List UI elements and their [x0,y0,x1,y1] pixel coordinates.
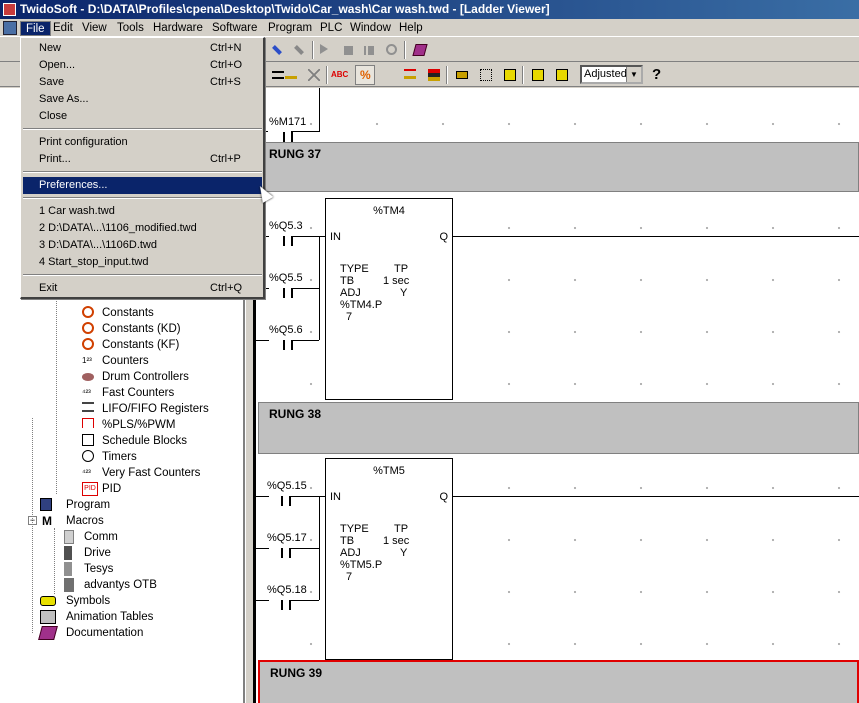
book-icon[interactable] [410,40,430,60]
menu-item-print[interactable]: Print... Ctrl+P [23,151,262,168]
help-icon[interactable]: ? [652,66,661,83]
book-icon [38,626,58,640]
menu-window[interactable]: Window [345,21,396,36]
run-icon[interactable] [316,40,336,60]
chevron-down-icon[interactable]: ▼ [626,67,641,82]
macros-icon: M [42,514,52,528]
rung-39-header[interactable]: RUNG 39 [258,660,859,703]
pid-icon: PID [82,482,98,496]
very-fast-counter-icon: ⁴²³ [82,468,91,477]
connect-icon[interactable] [268,40,288,60]
step-icon[interactable] [552,65,572,85]
collapse-icon[interactable]: − [28,516,37,525]
symbols-icon [40,596,56,606]
document-icon[interactable] [3,21,17,35]
grid-toggle-icon[interactable] [452,65,472,85]
menu-item-close[interactable]: Close [23,108,262,125]
ld-icon[interactable] [528,65,548,85]
clock-icon [82,450,94,462]
menu-help[interactable]: Help [394,21,428,36]
zoom-select[interactable]: Adjusted ▼ [580,65,643,84]
rung-37-header[interactable]: RUNG 37 [258,142,859,192]
menu-item-recent-2[interactable]: 2 D:\DATA\...\1106_modified.twd [23,220,262,237]
stack-icon [82,402,94,412]
program-icon [40,498,52,511]
tesys-icon [64,562,72,576]
menu-bar: File Edit View Tools Hardware Software P… [0,19,859,37]
menu-item-recent-3[interactable]: 3 D:\DATA\...\1106D.twd [23,237,262,254]
menu-view[interactable]: View [77,21,112,36]
calendar-icon [82,434,94,446]
cycle-icon[interactable] [382,40,402,60]
menu-file[interactable]: File [20,21,51,36]
abc-icon[interactable]: ABC [330,65,350,85]
drum-icon [82,373,94,381]
init-icon[interactable] [360,40,380,60]
app-icon [3,3,16,16]
fast-counter-icon: ⁴²³ [82,388,91,397]
rung-38-header[interactable]: RUNG 38 [258,402,859,454]
menu-plc[interactable]: PLC [315,21,347,36]
constant-kd-icon [82,322,94,334]
zoom-value: Adjusted [584,68,627,80]
menu-item-new[interactable]: New Ctrl+N [23,40,262,57]
file-menu-dropdown: New Ctrl+N Open... Ctrl+O Save Ctrl+S Save … [20,37,265,299]
menu-edit[interactable]: Edit [48,21,78,36]
menu-tools[interactable]: Tools [112,21,149,36]
table-icon [40,610,56,624]
menu-item-print-configuration[interactable]: Print configuration [23,134,262,151]
menu-item-recent-1[interactable]: 1 Car wash.twd [23,203,262,220]
menu-item-save-as[interactable]: Save As... [23,91,262,108]
window-title: TwidoSoft - D:\DATA\Profiles\cpena\Deskt… [20,2,550,16]
menu-item-recent-4[interactable]: 4 Start_stop_input.twd [23,254,262,271]
delete-rung-icon[interactable] [304,65,324,85]
disconnect-icon[interactable] [290,40,310,60]
constant-kf-icon [82,338,94,350]
timer-block-tm5[interactable]: %TM5 IN Q TYPE TP TB 1 sec ADJ Y %TM5.P … [325,458,453,660]
color-icon[interactable] [424,65,444,85]
menu-item-open[interactable]: Open... Ctrl+O [23,57,262,74]
il-icon[interactable] [500,65,520,85]
menu-software[interactable]: Software [207,21,262,36]
title-bar: TwidoSoft - D:\DATA\Profiles\cpena\Deskt… [0,0,859,19]
stop-icon[interactable] [338,40,358,60]
percent-icon[interactable]: % [355,65,375,85]
ladder-viewer: %M171 RUNG 37 %Q5.3 %Q5.5 %Q5.6 %TM4 IN … [253,88,859,703]
menu-item-save[interactable]: Save Ctrl+S [23,74,262,91]
menu-program[interactable]: Program [263,21,317,36]
menu-hardware[interactable]: Hardware [148,21,208,36]
menu-item-exit[interactable]: Exit Ctrl+Q [23,280,262,297]
constant-icon [82,306,94,318]
otb-icon [64,578,74,592]
drive-icon [64,546,72,560]
dotted-grid-icon[interactable] [476,65,496,85]
timer-block-tm4[interactable]: %TM4 IN Q TYPE TP TB 1 sec ADJ Y %TM4.P … [325,198,453,400]
menu-item-preferences[interactable]: Preferences... [23,177,262,194]
pulse-icon [82,418,94,428]
comm-icon [64,530,74,544]
counter-icon: 1²³ [82,356,92,365]
edit-rung-icon[interactable] [281,65,301,85]
annotation-icon[interactable] [400,65,420,85]
